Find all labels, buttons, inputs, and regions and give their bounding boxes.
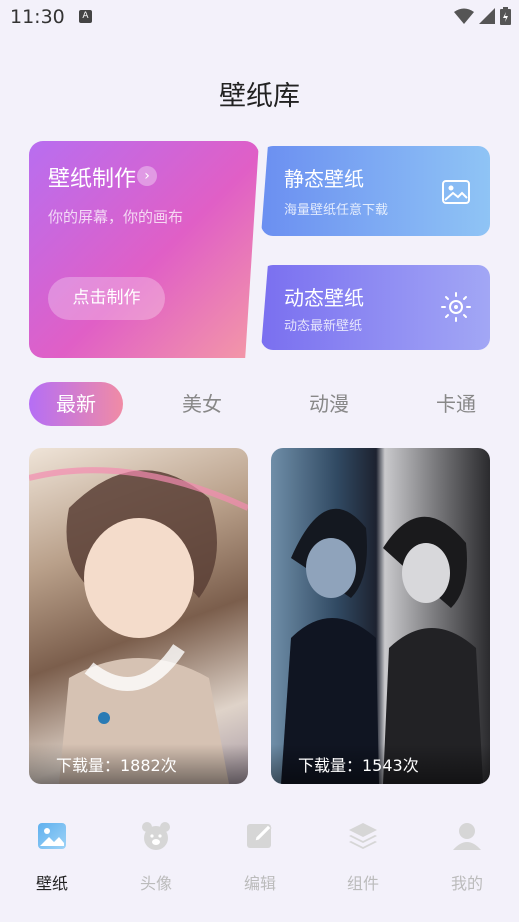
edit-icon	[247, 824, 272, 848]
download-count: 下载量：1543次	[298, 756, 419, 775]
page-title: 壁纸库	[219, 81, 300, 112]
nav-label: 头像	[139, 874, 172, 893]
download-overlay: 下载量：1882次	[29, 744, 248, 784]
notification-icon: A	[79, 10, 92, 23]
wallpaper-image	[29, 467, 248, 784]
make-button[interactable]: 点击制作	[48, 277, 165, 320]
tab-cartoon[interactable]: 卡通	[416, 382, 496, 426]
maker-subtitle: 你的屏幕，你的画布	[48, 208, 184, 226]
nav-wallpaper[interactable]: 壁纸	[12, 820, 92, 894]
nav-label: 壁纸	[35, 874, 68, 893]
nav-label: 编辑	[243, 874, 276, 893]
dynamic-subtitle: 动态最新壁纸	[284, 319, 363, 334]
status-time: 11:30	[10, 6, 65, 28]
nav-label: 我的	[450, 874, 483, 893]
dynamic-wallpaper-card[interactable]: 动态壁纸 动态最新壁纸	[261, 265, 490, 350]
wallpaper-card[interactable]: 下载量：1882次	[29, 448, 248, 784]
nav-avatar[interactable]: 头像	[116, 820, 196, 894]
nav-label: 组件	[346, 874, 379, 893]
wifi-icon	[454, 8, 474, 24]
nav-widgets[interactable]: 组件	[323, 820, 403, 894]
tab-beauty[interactable]: 美女	[162, 382, 242, 426]
sparkle-icon	[441, 292, 471, 322]
maker-title: 壁纸制作	[48, 167, 137, 192]
tab-latest[interactable]: 最新	[29, 382, 123, 426]
user-icon	[453, 823, 481, 850]
static-title: 静态壁纸	[284, 167, 364, 191]
wallpaper-maker-card[interactable]: 壁纸制作 › 你的屏幕，你的画布 点击制作	[29, 141, 259, 358]
dynamic-title: 动态壁纸	[284, 286, 364, 310]
chevron-right-icon: ›	[137, 166, 157, 186]
wallpaper-card[interactable]: 下载量：1543次	[271, 448, 490, 784]
bear-icon	[142, 822, 170, 850]
layers-icon	[349, 823, 377, 849]
nav-edit[interactable]: 编辑	[220, 820, 300, 894]
static-wallpaper-card[interactable]: 静态壁纸 海量壁纸任意下载	[261, 146, 490, 236]
battery-icon	[500, 7, 511, 25]
category-tabs: 最新 美女 动漫 卡通	[0, 382, 519, 426]
bottom-nav: 壁纸 头像 编辑 组件 我的	[0, 806, 519, 922]
tab-anime[interactable]: 动漫	[289, 382, 369, 426]
signal-icon	[479, 8, 495, 24]
status-bar: 11:30 A	[0, 0, 519, 36]
nav-mine[interactable]: 我的	[427, 820, 507, 894]
image-icon	[442, 180, 470, 204]
wallpaper-icon	[38, 823, 66, 849]
download-count: 下载量：1882次	[56, 756, 177, 775]
download-overlay: 下载量：1543次	[271, 744, 490, 784]
static-subtitle: 海量壁纸任意下载	[284, 203, 389, 218]
wallpaper-image	[281, 508, 483, 784]
